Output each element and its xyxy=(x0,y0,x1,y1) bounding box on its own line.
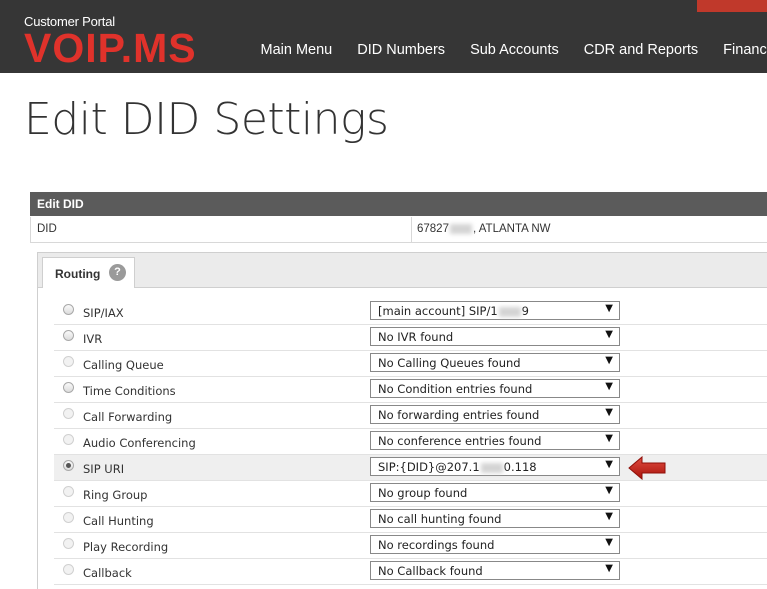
routing-value-suffix: 0.118 xyxy=(503,460,537,474)
routing-row: Play Recording No recordings found ▼ xyxy=(54,533,767,559)
chevron-down-icon: ▼ xyxy=(605,329,613,340)
routing-label: Call Forwarding xyxy=(83,410,173,424)
routing-select[interactable]: No call hunting found ▼ xyxy=(370,509,620,528)
tab-routing[interactable]: Routing ? xyxy=(42,257,135,288)
routing-radio[interactable] xyxy=(63,382,74,393)
routing-select[interactable]: No Calling Queues found ▼ xyxy=(370,353,620,372)
routing-radio xyxy=(63,512,74,523)
routing-select[interactable]: [main account] SIP/1 9 ▼ xyxy=(370,301,620,320)
routing-label: Time Conditions xyxy=(83,384,176,398)
routing-select-value: No group found xyxy=(378,486,468,500)
routing-radio xyxy=(63,356,74,367)
routing-row: Ring Group No group found ▼ xyxy=(54,481,767,507)
routing-select[interactable]: No conference entries found ▼ xyxy=(370,431,620,450)
routing-select-value: No forwarding entries found xyxy=(378,408,540,422)
routing-label: Ring Group xyxy=(83,488,148,502)
chevron-down-icon: ▼ xyxy=(605,511,613,522)
routing-radio xyxy=(63,486,74,497)
chevron-down-icon: ▼ xyxy=(605,563,613,574)
routing-value-prefix: [main account] SIP/1 xyxy=(378,304,498,318)
routing-radio[interactable] xyxy=(63,330,74,341)
routing-row: IVR No IVR found ▼ xyxy=(54,325,767,351)
tab-bar: Routing ? xyxy=(37,252,767,288)
redacted-blur xyxy=(449,223,472,234)
accent-strip xyxy=(697,0,767,12)
routing-select[interactable]: SIP:{DID}@207.1 0.118 ▼ xyxy=(370,457,620,476)
did-value: 67827 , ATLANTA NW xyxy=(417,223,551,235)
routing-select-value: No Condition entries found xyxy=(378,382,533,396)
routing-options: SIP/IAX [main account] SIP/1 9 ▼ IVR No IVR f… xyxy=(37,288,767,589)
routing-label: SIP URI xyxy=(83,462,125,476)
routing-label: IVR xyxy=(83,332,103,346)
routing-row: Call Hunting No call hunting found ▼ xyxy=(54,507,767,533)
chevron-down-icon: ▼ xyxy=(605,433,613,444)
routing-select[interactable]: No group found ▼ xyxy=(370,483,620,502)
nav-finances[interactable]: Finances xyxy=(711,42,767,58)
did-value-suffix: , ATLANTA NW xyxy=(472,223,551,235)
routing-select-value: No call hunting found xyxy=(378,512,502,526)
routing-label: Call Hunting xyxy=(83,514,154,528)
routing-label: Calling Queue xyxy=(83,358,164,372)
routing-value-suffix: 9 xyxy=(521,304,529,318)
nav-main-menu[interactable]: Main Menu xyxy=(248,42,345,58)
routing-select-value: No Callback found xyxy=(378,564,483,578)
chevron-down-icon: ▼ xyxy=(605,381,613,392)
routing-row: Call Forwarding No forwarding entries fou… xyxy=(54,403,767,429)
did-divider xyxy=(411,217,412,242)
chevron-down-icon: ▼ xyxy=(605,355,613,366)
chevron-down-icon: ▼ xyxy=(605,537,613,548)
routing-radio xyxy=(63,408,74,419)
routing-row: Calling Queue No Calling Queues found ▼ xyxy=(54,351,767,377)
chevron-down-icon: ▼ xyxy=(605,459,613,470)
chevron-down-icon: ▼ xyxy=(605,407,613,418)
routing-select-value: SIP:{DID}@207.1 0.118 xyxy=(378,460,537,474)
routing-radio xyxy=(63,434,74,445)
help-icon[interactable]: ? xyxy=(109,264,126,281)
voipms-logo[interactable]: VOIP.MS xyxy=(24,30,228,66)
routing-label: Audio Conferencing xyxy=(83,436,196,450)
portal-label: Customer Portal xyxy=(24,14,115,29)
routing-value-prefix: SIP:{DID}@207.1 xyxy=(378,460,480,474)
page-title: Edit DID Settings xyxy=(24,94,389,145)
routing-radio xyxy=(63,564,74,575)
routing-select[interactable]: No Condition entries found ▼ xyxy=(370,379,620,398)
red-left-arrow-icon xyxy=(628,456,666,480)
nav-did-numbers[interactable]: DID Numbers xyxy=(345,42,458,58)
edit-did-panel-header: Edit DID xyxy=(30,192,767,216)
tab-routing-label: Routing xyxy=(55,267,101,281)
routing-label: Play Recording xyxy=(83,540,169,554)
main-nav: Main Menu DID Numbers Sub Accounts CDR a… xyxy=(248,42,767,58)
routing-row: Callback No Callback found ▼ xyxy=(54,559,767,585)
redacted-blur xyxy=(498,306,521,317)
nav-cdr-and-reports[interactable]: CDR and Reports xyxy=(571,42,710,58)
routing-select[interactable]: No recordings found ▼ xyxy=(370,535,620,554)
routing-select[interactable]: No Callback found ▼ xyxy=(370,561,620,580)
routing-radio xyxy=(63,538,74,549)
chevron-down-icon: ▼ xyxy=(605,485,613,496)
chevron-down-icon: ▼ xyxy=(605,303,613,314)
did-info-row: DID 67827 , ATLANTA NW xyxy=(30,217,767,243)
routing-select-value: No recordings found xyxy=(378,538,495,552)
routing-label: Callback xyxy=(83,566,132,580)
routing-select[interactable]: No IVR found ▼ xyxy=(370,327,620,346)
routing-select-value: [main account] SIP/1 9 xyxy=(378,304,529,318)
routing-row: SIP/IAX [main account] SIP/1 9 ▼ xyxy=(54,299,767,325)
did-value-prefix: 67827 xyxy=(417,223,449,235)
top-navigation-bar: Customer Portal VOIP.MS Main Menu DID Nu… xyxy=(0,0,767,73)
routing-select-value: No IVR found xyxy=(378,330,454,344)
routing-radio[interactable] xyxy=(63,460,74,471)
routing-select-value: No conference entries found xyxy=(378,434,542,448)
did-label: DID xyxy=(37,223,57,235)
routing-select[interactable]: No forwarding entries found ▼ xyxy=(370,405,620,424)
routing-row: Audio Conferencing No conference entries … xyxy=(54,429,767,455)
routing-row: Time Conditions No Condition entries foun… xyxy=(54,377,767,403)
redacted-blur xyxy=(480,462,503,473)
routing-radio[interactable] xyxy=(63,304,74,315)
routing-select-value: No Calling Queues found xyxy=(378,356,521,370)
routing-label: SIP/IAX xyxy=(83,306,124,320)
nav-sub-accounts[interactable]: Sub Accounts xyxy=(458,42,572,58)
logo-voip-text: VOIP.MS xyxy=(24,30,197,66)
